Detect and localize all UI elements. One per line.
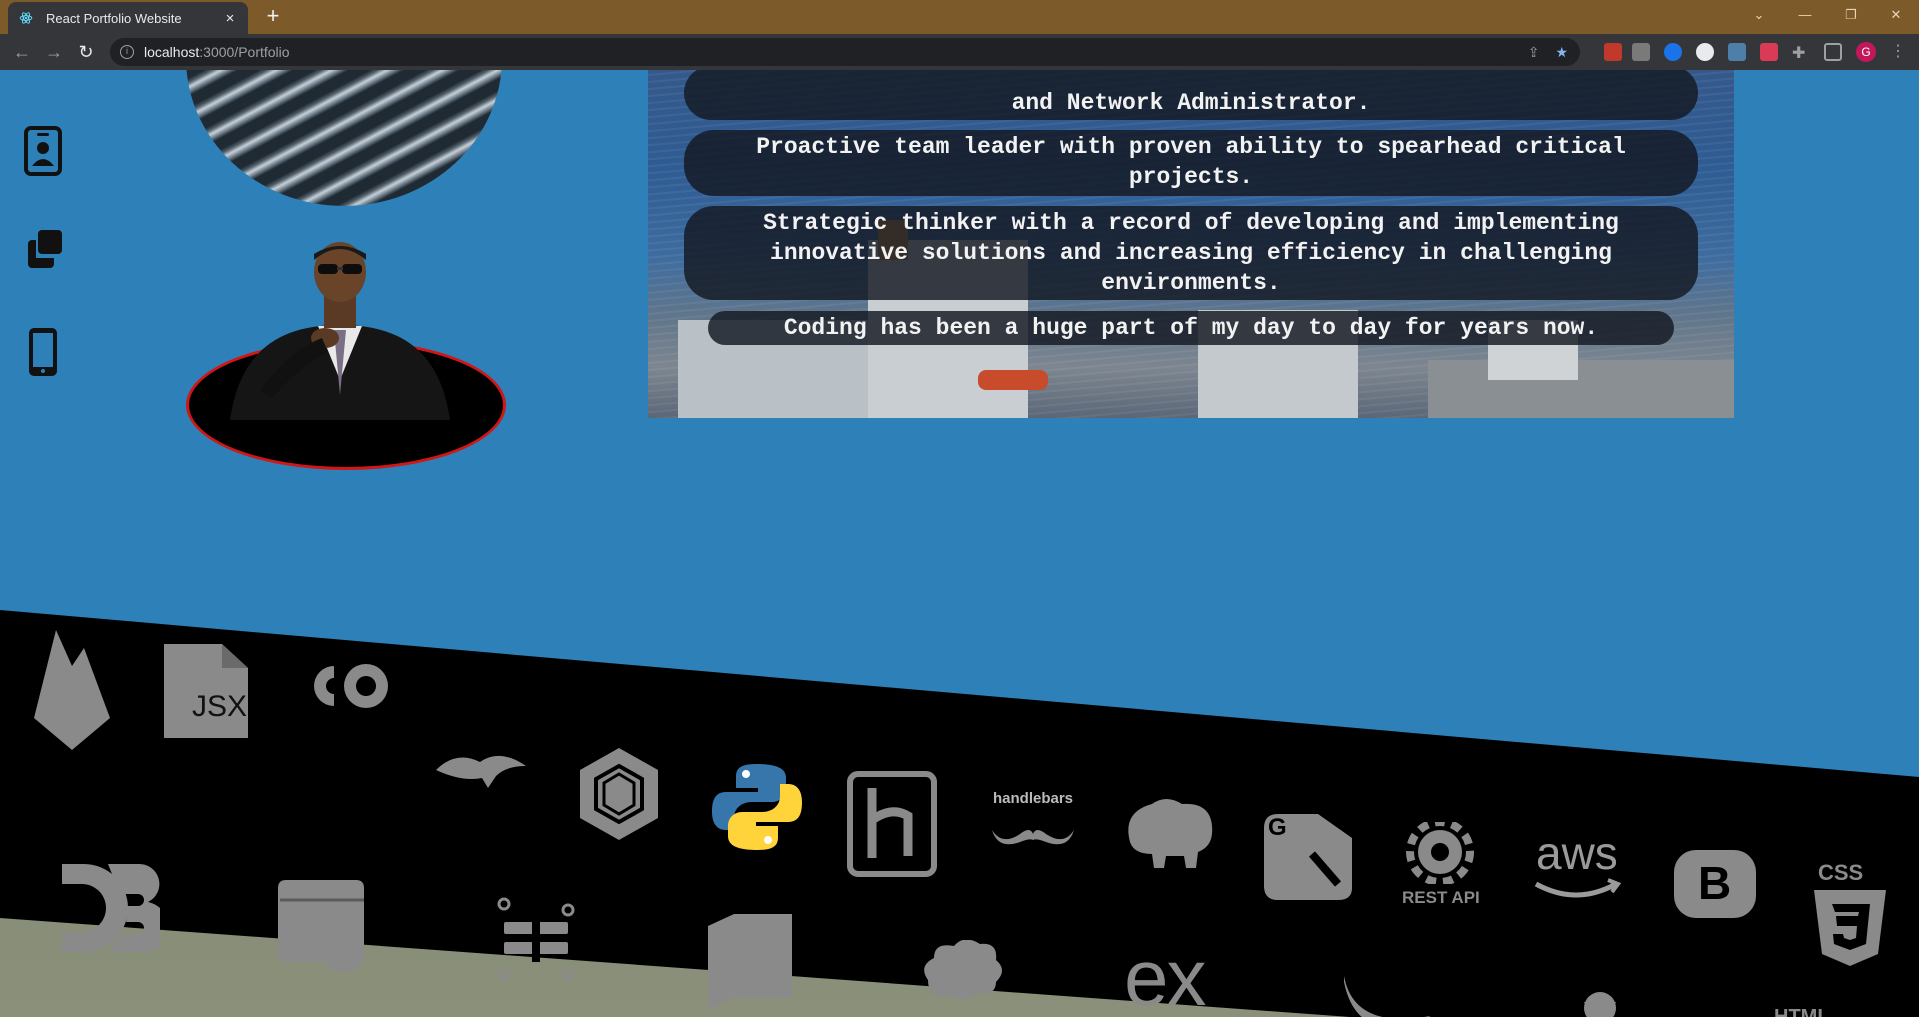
bootstrap-icon: B [1670, 846, 1760, 922]
reload-icon[interactable]: ↻ [74, 40, 98, 64]
url-path: :3000/Portfolio [199, 44, 290, 60]
copy-icon[interactable] [24, 226, 64, 278]
tab-close-icon[interactable]: × [222, 10, 238, 27]
profile-avatar[interactable]: G [1856, 42, 1876, 62]
cloud-icon [924, 940, 1002, 1000]
python-icon [712, 764, 802, 850]
hero-pill-2: Proactive team leader with proven abilit… [684, 130, 1698, 196]
close-window-icon[interactable]: ✕ [1873, 0, 1919, 30]
codepen-icon [314, 664, 388, 708]
hero-pill-1: and Network Administrator. [684, 70, 1698, 120]
tab-title: React Portfolio Website [46, 10, 182, 26]
extensions-puzzle-icon[interactable]: ✚ [1792, 43, 1810, 62]
menu-icon[interactable]: ⋮ [1886, 40, 1910, 64]
graphql-icon [580, 748, 658, 840]
rest-api-icon: REST API [1392, 822, 1488, 912]
book-icon [708, 914, 792, 1010]
css-label: CSS [1818, 860, 1864, 885]
rest-api-label: REST API [1402, 888, 1480, 907]
browser-tab-strip: React Portfolio Website × + ⌄ — ❐ ✕ [0, 0, 1919, 34]
url-host: localhost [144, 44, 200, 60]
extension-white-icon[interactable] [1696, 43, 1714, 61]
glitch-icon: G [1260, 808, 1354, 902]
heroku-icon [847, 771, 937, 877]
portfolio-page: and Network Administrator. Proactive tea… [0, 70, 1919, 1017]
hero-pill-4: Coding has been a huge part of my day to… [708, 311, 1674, 345]
bookmark-star-icon[interactable]: ★ [1555, 44, 1568, 61]
express-icon: ex [1120, 933, 1230, 1017]
phone-icon[interactable] [24, 326, 64, 378]
hero-pill-3: Strategic thinker with a record of devel… [684, 206, 1698, 300]
new-tab-button[interactable]: + [260, 4, 286, 30]
jsx-icon: JSX [158, 640, 254, 742]
extension-video-icon[interactable] [1760, 43, 1778, 61]
window-icon [278, 880, 364, 972]
minimize-icon[interactable]: — [1782, 0, 1828, 30]
d3-icon [60, 860, 160, 956]
extension-help-icon[interactable] [1632, 43, 1650, 61]
extension-red-icon[interactable] [1604, 43, 1622, 61]
express-label: ex [1124, 933, 1206, 1017]
css3-icon: CSS [1810, 860, 1890, 970]
firebase-icon [34, 630, 110, 750]
contact-card-icon[interactable] [24, 126, 64, 178]
react-icon [18, 10, 34, 26]
elephant-icon [1128, 799, 1213, 868]
jquery-icon [1344, 976, 1430, 1017]
extension-screenshot-icon[interactable] [1728, 43, 1746, 61]
decorative-striped-disc [186, 70, 502, 206]
about-hero-image: and Network Administrator. Proactive tea… [648, 70, 1734, 418]
html5-icon: HTML [1768, 1006, 1858, 1017]
profile-photo [230, 242, 450, 420]
side-panel-icon[interactable] [1824, 43, 1842, 61]
browser-toolbar: ← → ↻ i localhost:3000/Portfolio ⇪ ★ ✚ G… [0, 34, 1919, 70]
aws-label: aws [1536, 827, 1618, 879]
restore-icon[interactable]: ❐ [1828, 0, 1874, 30]
back-icon[interactable]: ← [10, 40, 34, 64]
handlebars-icon: handlebars [988, 786, 1078, 852]
share-icon[interactable]: ⇪ [1528, 44, 1540, 61]
extension-blue-icon[interactable] [1664, 43, 1682, 61]
workflow-icon [497, 897, 575, 981]
site-info-icon[interactable]: i [120, 45, 134, 59]
stamp-icon [1584, 992, 1616, 1017]
bootstrap-label: B [1698, 857, 1732, 909]
aws-icon: aws [1530, 827, 1626, 902]
browser-tab[interactable]: React Portfolio Website × [8, 2, 248, 34]
jsx-label: JSX [192, 690, 248, 723]
address-bar[interactable]: i localhost:3000/Portfolio ⇪ ★ [110, 38, 1580, 66]
forward-icon[interactable]: → [42, 40, 66, 64]
mongoose-icon [436, 755, 526, 788]
handlebars-label: handlebars [993, 790, 1074, 807]
html-label: HTML [1774, 1006, 1830, 1017]
tab-search-icon[interactable]: ⌄ [1736, 0, 1782, 30]
